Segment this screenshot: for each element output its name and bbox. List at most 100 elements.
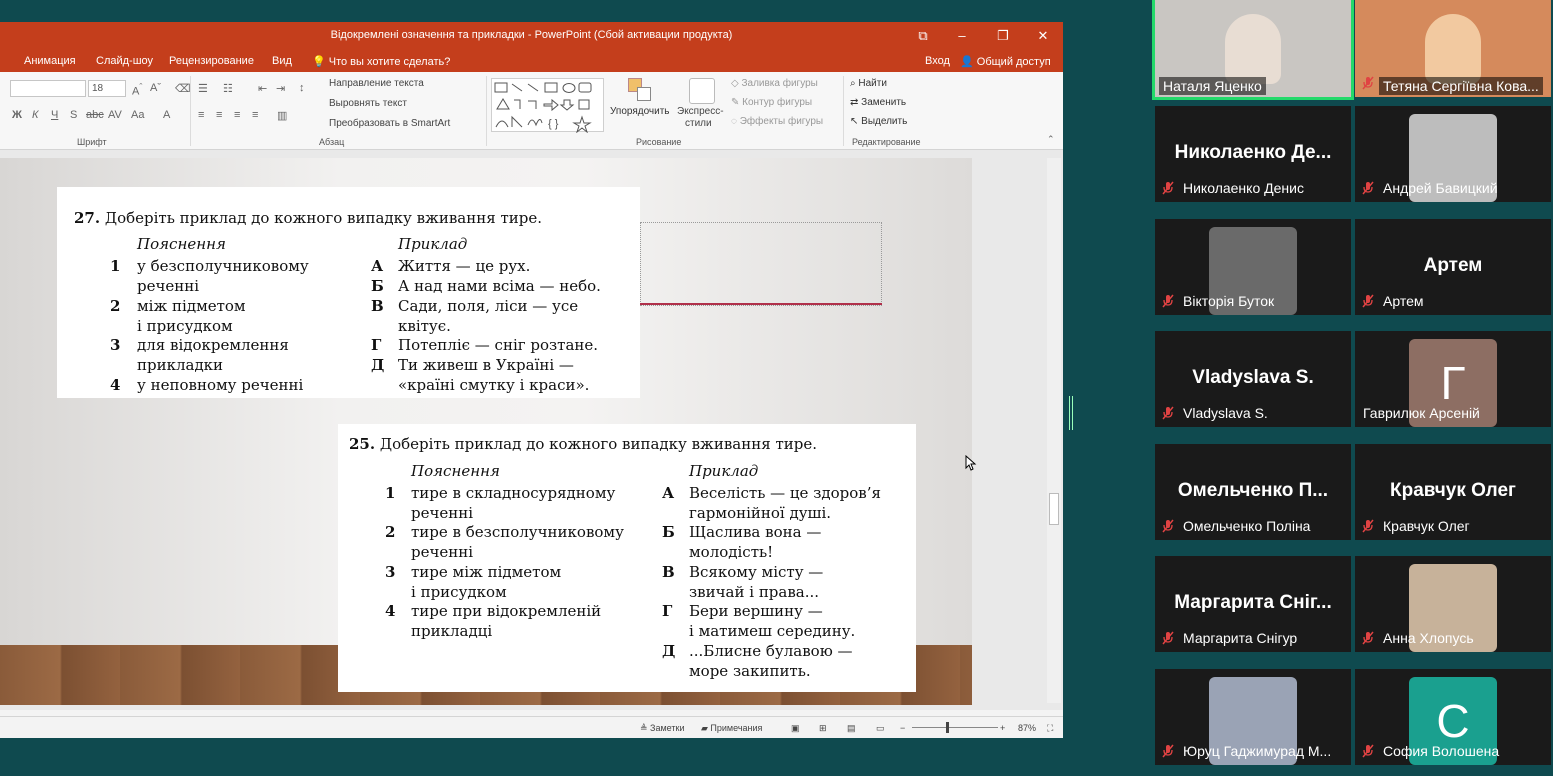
group-paragraph-label: Абзац (319, 137, 345, 147)
example-letter: В (371, 297, 384, 315)
pencil-icon: ✎ (731, 97, 743, 108)
tab-animation[interactable]: Анимация (24, 55, 76, 67)
shape-effects-button[interactable]: ◌ Эффекты фигуры (731, 116, 823, 127)
shapes-gallery[interactable]: { } (491, 78, 604, 134)
fit-slide-icon[interactable]: ⛶ (1047, 723, 1053, 734)
ribbon-display-options-button[interactable]: ⧉ (911, 26, 935, 46)
zoom-out-icon[interactable]: − (900, 723, 905, 733)
align-right-icon[interactable]: ≡ (234, 109, 240, 121)
justify-icon[interactable]: ≡ (252, 109, 258, 121)
bold-icon[interactable]: Ж (12, 109, 22, 121)
group-editing-label: Редактирование (852, 137, 921, 147)
clear-format-icon[interactable]: ⌫ (175, 82, 191, 95)
line-spacing-icon[interactable]: ↕ (299, 82, 305, 94)
arrange-icon[interactable] (628, 78, 654, 104)
participant-tile[interactable]: Кравчук Олег Кравчук Олег (1355, 443, 1551, 540)
participant-name: София Волошена (1383, 742, 1500, 759)
strikethrough-icon[interactable]: abc (86, 109, 104, 121)
participant-tile[interactable]: Маргарита Сніг... Маргарита Снігур (1155, 556, 1351, 652)
zoom-in-icon[interactable]: + (1000, 723, 1005, 733)
reading-view-icon[interactable]: ▤ (847, 723, 856, 734)
participant-tile[interactable]: Николаенко Де... Николаенко Денис (1155, 106, 1351, 202)
explanation-line: тире при відокремленій (411, 602, 602, 620)
change-case-icon[interactable]: Aa (131, 109, 144, 121)
slideshow-view-icon[interactable]: ▭ (876, 723, 885, 734)
scrollbar-thumb[interactable] (1049, 493, 1059, 525)
columns-icon[interactable]: ▥ (277, 109, 287, 122)
font-family-select[interactable] (10, 80, 86, 97)
comments-button[interactable]: ▰ Примечания (701, 723, 762, 734)
participant-tile[interactable]: Андрей Бавицкий (1355, 106, 1551, 202)
participant-tile[interactable]: С София Волошена (1355, 668, 1551, 765)
zoom-slider-thumb[interactable] (946, 722, 949, 733)
shape-fill-label: Заливка фигуры (741, 78, 818, 89)
example-line: Веселість — це здоров’я (689, 484, 881, 502)
participant-tile[interactable]: Анна Хлопусь (1355, 556, 1551, 652)
vertical-scrollbar[interactable] (1047, 158, 1061, 703)
minimize-button[interactable]: – (950, 26, 974, 46)
participant-name: Гаврилюк Арсеній (1363, 405, 1480, 421)
zoom-slider[interactable] (912, 727, 998, 728)
slide-canvas[interactable]: 27. Доберіть приклад до кожного випадку … (0, 158, 972, 705)
font-color-icon[interactable]: A (163, 109, 170, 121)
slide-sorter-icon[interactable]: ⊞ (819, 723, 827, 734)
text-direction-button[interactable]: Направление текста (329, 78, 424, 89)
spacing-icon[interactable]: AV (108, 109, 122, 121)
participant-tile[interactable]: Омельченко П... Омельченко Поліна (1155, 443, 1351, 540)
share-button[interactable]: 👤 Общий доступ (960, 55, 1051, 68)
align-left-icon[interactable]: ≡ (198, 109, 204, 121)
numbering-icon[interactable]: ☷ (223, 82, 233, 95)
shape-fill-button[interactable]: ◇ Заливка фигуры (731, 78, 818, 89)
maximize-button[interactable]: ❐ (991, 26, 1015, 46)
text-placeholder[interactable] (640, 222, 882, 306)
increase-indent-icon[interactable]: ⇥ (276, 82, 285, 95)
decorative-line (640, 303, 882, 305)
participant-tile[interactable]: Вікторія Буток (1155, 218, 1351, 315)
font-size-select[interactable]: 18 (88, 80, 126, 97)
express-styles-button[interactable]: Экспресс- (677, 106, 724, 117)
italic-icon[interactable]: К (32, 109, 38, 121)
select-button[interactable]: ↖ Выделить (850, 116, 907, 127)
participant-tile[interactable]: Г Гаврилюк Арсеній (1355, 331, 1551, 427)
participant-tile[interactable]: Юруц Гаджимурад М... (1155, 668, 1351, 765)
participant-tile[interactable]: Тетяна Сергіївна Кова... (1355, 0, 1551, 97)
person-icon: 👤 (960, 56, 974, 68)
tab-slideshow[interactable]: Слайд-шоу (96, 55, 153, 67)
underline-icon[interactable]: Ч (51, 109, 58, 121)
explanation-line: прикладці (411, 622, 493, 640)
participant-tile[interactable]: Наталя Яценко (1152, 0, 1354, 100)
sign-in-link[interactable]: Вход (925, 55, 950, 67)
participant-name-large: Vladyslava S. (1192, 367, 1314, 388)
exercise-card-25[interactable]: 25. Доберіть приклад до кожного випадку … (338, 424, 916, 692)
participant-tile[interactable]: Vladyslava S. Vladyslava S. (1155, 331, 1351, 427)
tell-me-search[interactable]: 💡 Что вы хотите сделать? (312, 55, 450, 68)
tab-view[interactable]: Вид (272, 55, 292, 67)
explanation-line: для відокремлення (137, 336, 289, 354)
tab-review[interactable]: Рецензирование (169, 55, 254, 67)
convert-smartart-button[interactable]: Преобразовать в SmartArt (329, 118, 450, 129)
participant-tile[interactable]: Артем Артем (1355, 218, 1551, 315)
bullets-icon[interactable]: ☰ (198, 82, 208, 95)
decrease-indent-icon[interactable]: ⇤ (258, 82, 267, 95)
shadow-icon[interactable]: S (70, 109, 77, 121)
align-text-button[interactable]: Выровнять текст (329, 98, 407, 109)
find-button[interactable]: ⌕ Найти (850, 78, 887, 89)
arrange-button[interactable]: Упорядочить (610, 106, 670, 117)
shrink-font-icon[interactable]: Aˇ (150, 82, 161, 94)
collapse-ribbon-icon[interactable]: ⌃ (1047, 134, 1055, 145)
participant-name: Омельченко Поліна (1183, 517, 1311, 534)
close-button[interactable]: ✕ (1031, 26, 1055, 46)
column-explanation: Пояснення (137, 235, 226, 253)
normal-view-icon[interactable]: ▣ (791, 723, 800, 734)
paint-bucket-icon: ◇ (731, 78, 742, 89)
splitter-handle[interactable] (1069, 396, 1073, 430)
example-line: Сади, поля, ліси — усе (398, 297, 579, 315)
replace-button[interactable]: ⇄ Заменить (850, 97, 906, 108)
express-styles-icon[interactable] (689, 78, 715, 104)
notes-button[interactable]: ≜ Заметки (640, 723, 684, 734)
grow-font-icon[interactable]: Aˆ (132, 82, 142, 98)
align-center-icon[interactable]: ≡ (216, 109, 222, 121)
exercise-card-27[interactable]: 27. Доберіть приклад до кожного випадку … (57, 187, 640, 398)
zoom-level[interactable]: 87% (1018, 723, 1036, 733)
shape-outline-button[interactable]: ✎ Контур фигуры (731, 97, 812, 108)
